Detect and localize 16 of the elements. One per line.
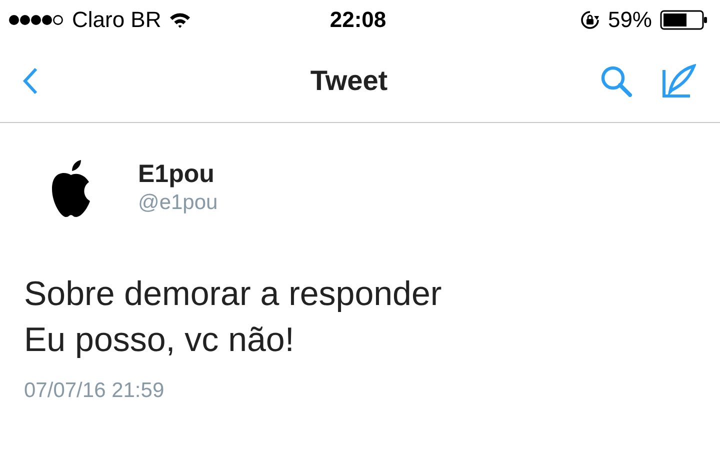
carrier-name: Claro BR [72, 7, 162, 33]
compose-icon[interactable] [662, 64, 696, 98]
signal-icon [8, 14, 64, 26]
clock-time: 22:08 [330, 7, 386, 33]
avatar-icon[interactable] [50, 159, 92, 219]
battery-icon [660, 10, 708, 30]
battery-percentage: 59% [608, 7, 652, 33]
tweet-timestamp: 07/07/16 21:59 [24, 379, 166, 403]
tweet-text: Eu posso, vc não! [24, 320, 296, 361]
author-name[interactable]: E1pou [138, 160, 218, 188]
wifi-icon [169, 12, 192, 28]
nav-title: Tweet [310, 65, 388, 97]
rotation-lock-icon [580, 10, 600, 30]
back-icon[interactable] [22, 67, 38, 95]
search-icon[interactable] [600, 65, 632, 97]
tweet-text: Sobre demorar a responder [24, 274, 443, 315]
